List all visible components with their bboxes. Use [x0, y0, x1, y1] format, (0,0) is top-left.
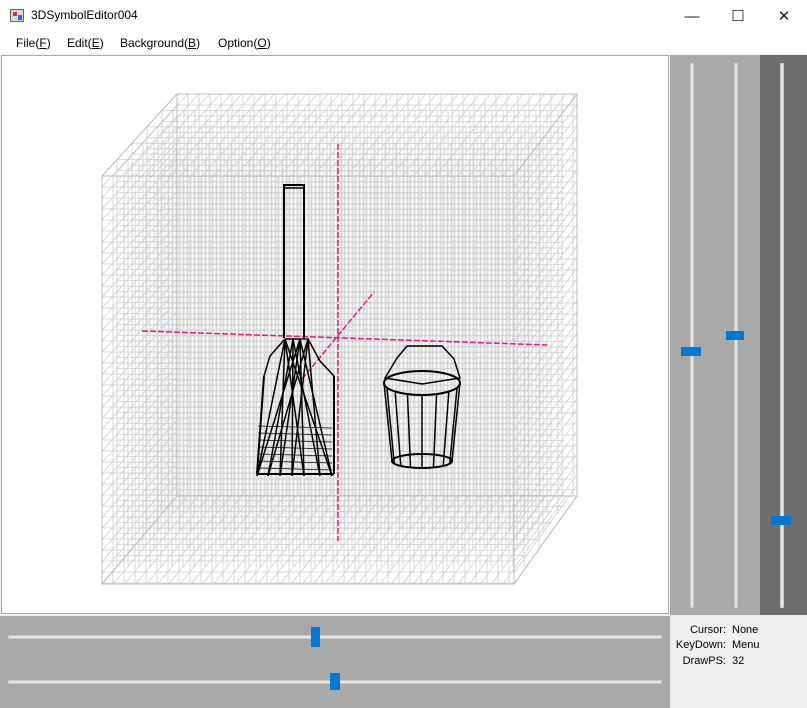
- viewport-canvas[interactable]: [2, 56, 668, 613]
- grid-line: [513, 365, 578, 452]
- grid-line: [513, 115, 578, 199]
- grid-line: [513, 408, 578, 497]
- grid-line: [513, 169, 578, 254]
- cursor-value: None: [732, 624, 759, 636]
- grid-line: [513, 463, 578, 552]
- status-panel: Cursor: None KeyDown: Menu DrawPS: 32: [670, 616, 807, 708]
- close-button[interactable]: ✕: [761, 0, 807, 32]
- horizontal-slider-1-thumb[interactable]: [311, 627, 321, 647]
- bottom-slider-panel: [0, 616, 670, 708]
- drawps-label: DrawPS:: [682, 655, 726, 667]
- grid-line: [513, 148, 578, 232]
- horizontal-slider-1-track[interactable]: [8, 635, 662, 639]
- menu-bar: File(F) Edit(E) Background(B) Option(O): [0, 32, 807, 55]
- 3d-viewport[interactable]: [1, 55, 669, 614]
- vertical-slider-2-thumb[interactable]: [726, 331, 744, 340]
- grid-line: [513, 474, 578, 563]
- horizontal-slider-2-thumb[interactable]: [330, 673, 340, 690]
- grid-line: [513, 158, 578, 243]
- grid-line: [513, 354, 578, 441]
- grid-line: [513, 300, 578, 386]
- menu-edit[interactable]: Edit(E): [67, 36, 104, 50]
- grid-line: [513, 332, 578, 419]
- minimize-button[interactable]: —: [669, 0, 715, 32]
- grid-line: [513, 376, 578, 463]
- vertical-slider-3-thumb[interactable]: [771, 516, 791, 526]
- menu-file[interactable]: File(F): [16, 36, 51, 50]
- grid-line: [513, 484, 578, 574]
- cursor-label: Cursor:: [689, 624, 726, 636]
- menu-background[interactable]: Background(B): [120, 36, 200, 50]
- keydown-value: Menu: [732, 639, 760, 651]
- vertical-slider-3-track[interactable]: [780, 63, 784, 608]
- grid-line: [513, 343, 578, 430]
- grid-line: [513, 441, 578, 530]
- grid-line: [101, 126, 178, 210]
- app-icon: [10, 9, 24, 22]
- grid-line: [513, 397, 578, 485]
- grid-line: [513, 311, 578, 397]
- grid-line: [513, 126, 578, 210]
- vertical-slider-1-thumb[interactable]: [681, 347, 701, 357]
- box-edge: [101, 93, 178, 177]
- grid-line: [123, 93, 199, 177]
- grid-line: [513, 387, 578, 474]
- maximize-button[interactable]: ☐: [715, 0, 761, 32]
- grid-line: [513, 430, 578, 519]
- grid-line: [513, 180, 578, 265]
- grid-line: [513, 419, 578, 508]
- grid-line: [513, 321, 578, 408]
- drawps-value: 32: [732, 655, 745, 667]
- vertical-slider-1-track[interactable]: [690, 63, 694, 608]
- grid-line: [101, 115, 178, 199]
- window-title: 3DSymbolEditor004: [31, 8, 138, 22]
- right-slider-panel: [670, 55, 807, 615]
- menu-option[interactable]: Option(O): [218, 36, 271, 50]
- grid-line: [101, 104, 178, 188]
- x-axis: [141, 330, 548, 346]
- keydown-label: KeyDown:: [675, 639, 726, 651]
- title-bar: 3DSymbolEditor004 — ☐ ✕: [0, 0, 807, 32]
- grid-line: [513, 104, 578, 188]
- grid-box: [101, 93, 578, 585]
- grid-line: [123, 495, 199, 585]
